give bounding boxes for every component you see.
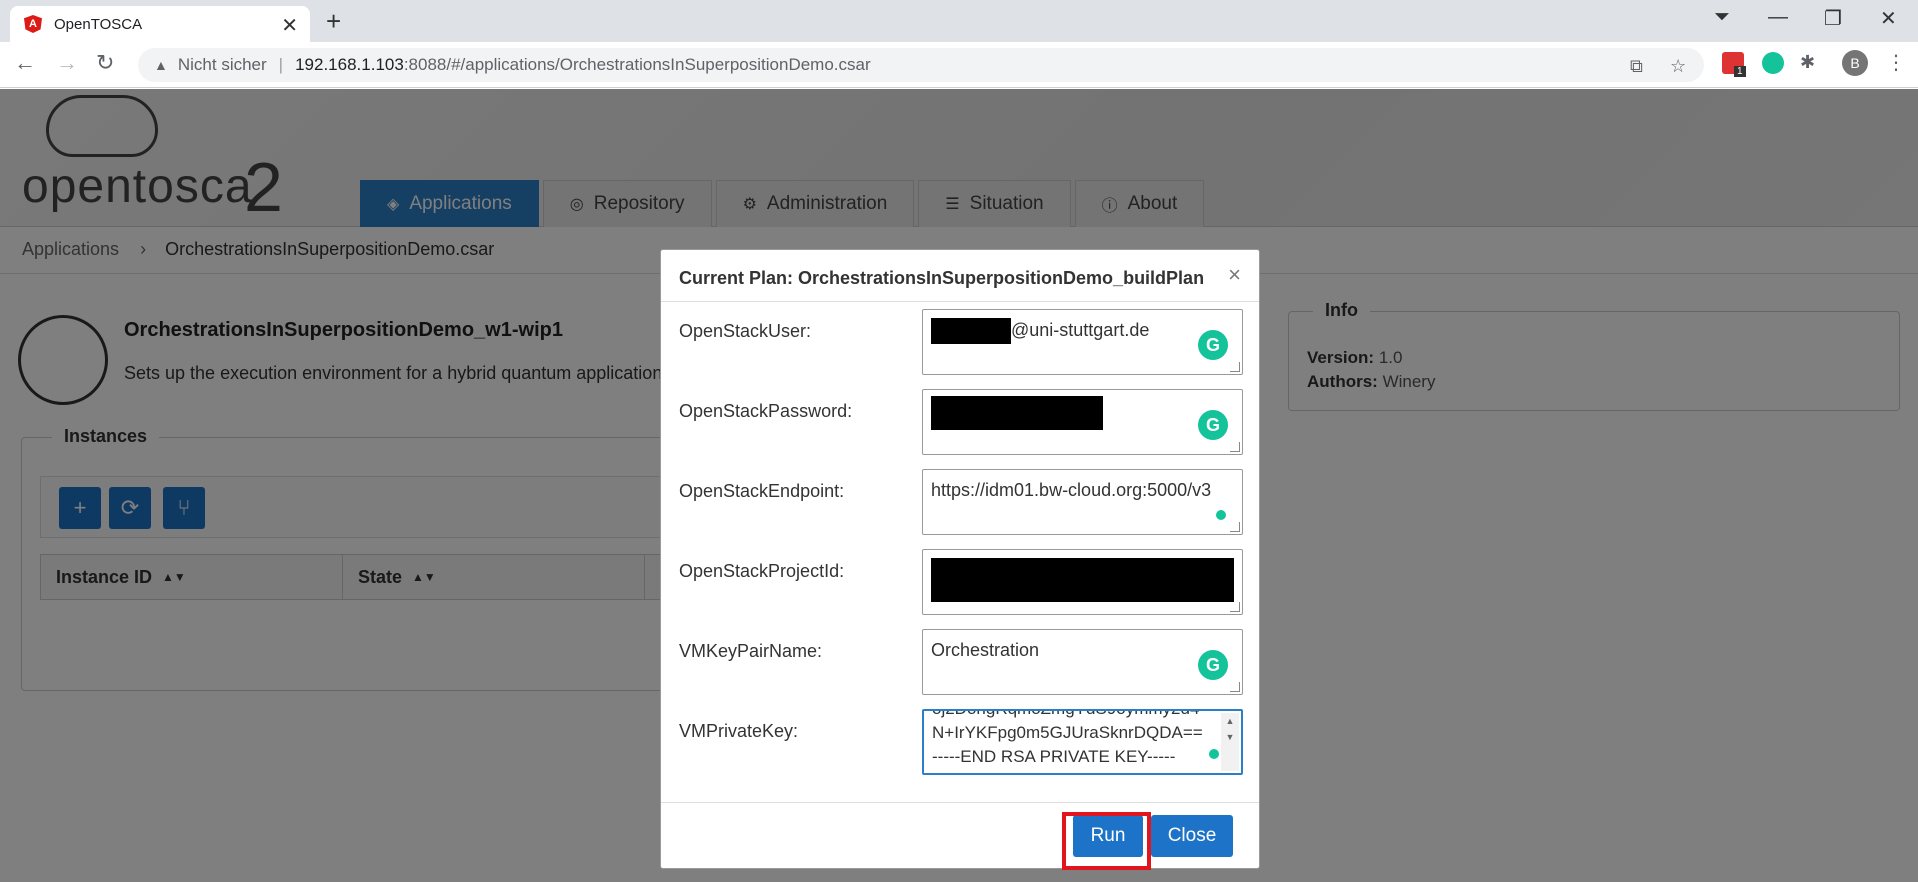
warning-icon: ▲: [154, 57, 168, 73]
browser-tab[interactable]: A OpenTOSCA ✕: [10, 6, 310, 42]
modal-close-icon[interactable]: ×: [1228, 262, 1241, 288]
grammarly-icon[interactable]: G: [1198, 410, 1228, 440]
scrolled-line: oj2DongRqmoZmgYdS9oymmy2d4: [932, 711, 1199, 721]
browser-toolbar: ← → ↻ ▲ Nicht sicher | 192.168.1.103:808…: [0, 42, 1918, 88]
extensions-puzzle-icon[interactable]: ✱: [1800, 52, 1815, 73]
field-openstack-password: OpenStackPassword: G: [661, 389, 1259, 455]
field-label: OpenStackPassword:: [679, 401, 853, 421]
minimize-icon[interactable]: —: [1768, 6, 1788, 29]
redacted-block: [931, 558, 1234, 602]
browser-tabstrip: A OpenTOSCA ✕ + ⏷ — ❐ ✕: [0, 0, 1918, 42]
window-close-icon[interactable]: ✕: [1880, 6, 1897, 31]
field-label: VMKeyPairName:: [679, 641, 823, 661]
plan-modal: Current Plan: OrchestrationsInSuperposit…: [660, 249, 1260, 869]
browser-menu-icon[interactable]: ⋮: [1886, 50, 1906, 75]
modal-footer: Run Close: [661, 802, 1259, 869]
grammarly-icon[interactable]: G: [1198, 650, 1228, 680]
resize-handle[interactable]: [1230, 682, 1240, 692]
angular-icon: A: [24, 15, 42, 33]
openstack-user-input[interactable]: @uni-stuttgart.de G: [922, 309, 1243, 375]
field-label: VMPrivateKey:: [679, 721, 799, 741]
back-icon[interactable]: ←: [14, 50, 36, 76]
field-vm-keypair-name: VMKeyPairName: Orchestration G: [661, 629, 1259, 695]
url-separator: |: [278, 55, 284, 74]
openstack-project-id-input[interactable]: [922, 549, 1243, 615]
redacted-block: [931, 396, 1103, 430]
resize-handle[interactable]: [1230, 442, 1240, 452]
field-value: @uni-stuttgart.de: [1011, 320, 1150, 340]
restore-icon[interactable]: ❐: [1824, 6, 1842, 31]
openstack-endpoint-input[interactable]: https://idm01.bw-cloud.org:5000/v3: [922, 469, 1243, 535]
key-line: -----END RSA PRIVATE KEY-----: [932, 747, 1176, 766]
address-bar[interactable]: ▲ Nicht sicher | 192.168.1.103:8088/#/ap…: [138, 48, 1704, 82]
field-openstack-user: OpenStackUser: @uni-stuttgart.de G: [661, 309, 1259, 375]
run-button-highlight: [1062, 812, 1151, 870]
new-tab-button[interactable]: +: [326, 6, 341, 37]
resize-handle[interactable]: [1230, 522, 1240, 532]
grammarly-dot-icon: [1216, 510, 1226, 520]
resize-handle[interactable]: [1230, 602, 1240, 612]
field-label: OpenStackUser:: [679, 321, 812, 341]
url-path: :8088/#/applications/OrchestrationsInSup…: [403, 55, 871, 74]
extension-badge: 1: [1734, 66, 1746, 77]
close-button[interactable]: Close: [1151, 815, 1233, 857]
vm-private-key-textarea[interactable]: oj2DongRqmoZmgYdS9oymmy2d4 N+IrYKFpg0m5G…: [922, 709, 1243, 775]
textarea-scrollbar[interactable]: ▲ ▼: [1221, 713, 1239, 771]
resize-handle[interactable]: [1230, 362, 1240, 372]
tab-search-icon[interactable]: ⏷: [1714, 6, 1730, 29]
tab-title: OpenTOSCA: [54, 15, 143, 33]
vm-keypair-name-input[interactable]: Orchestration G: [922, 629, 1243, 695]
grammarly-extension-icon[interactable]: [1762, 52, 1784, 74]
grammarly-dot-icon: [1209, 749, 1219, 759]
translate-icon[interactable]: ⧉: [1630, 56, 1643, 77]
tab-close-icon[interactable]: ✕: [281, 13, 298, 38]
modal-header: Current Plan: OrchestrationsInSuperposit…: [661, 250, 1259, 302]
field-openstack-project-id: OpenStackProjectId:: [661, 549, 1259, 615]
profile-avatar[interactable]: B: [1842, 50, 1868, 76]
page: opentosca 2 ◈Applications ◎Repository ⚙A…: [0, 89, 1918, 882]
url-host: 192.168.1.103: [295, 55, 404, 74]
redacted-block: [931, 318, 1011, 344]
modal-title: Current Plan: OrchestrationsInSuperposit…: [679, 268, 1205, 288]
field-value: https://idm01.bw-cloud.org:5000/v3: [931, 480, 1212, 500]
modal-body: OpenStackUser: @uni-stuttgart.de G OpenS…: [661, 303, 1259, 783]
field-openstack-endpoint: OpenStackEndpoint: https://idm01.bw-clou…: [661, 469, 1259, 535]
field-vm-private-key: VMPrivateKey: oj2DongRqmoZmgYdS9oymmy2d4…: [661, 709, 1259, 775]
grammarly-icon[interactable]: G: [1198, 330, 1228, 360]
reload-icon[interactable]: ↻: [96, 50, 114, 76]
field-label: OpenStackEndpoint:: [679, 481, 845, 501]
key-line: N+IrYKFpg0m5GJUraSknrDQDA==: [932, 723, 1203, 742]
field-label: OpenStackProjectId:: [679, 561, 845, 581]
bookmark-star-icon[interactable]: ☆: [1670, 56, 1686, 77]
security-label: Nicht sicher: [177, 55, 267, 74]
field-value: Orchestration: [931, 640, 1040, 660]
forward-icon[interactable]: →: [56, 50, 78, 76]
openstack-password-input[interactable]: G: [922, 389, 1243, 455]
